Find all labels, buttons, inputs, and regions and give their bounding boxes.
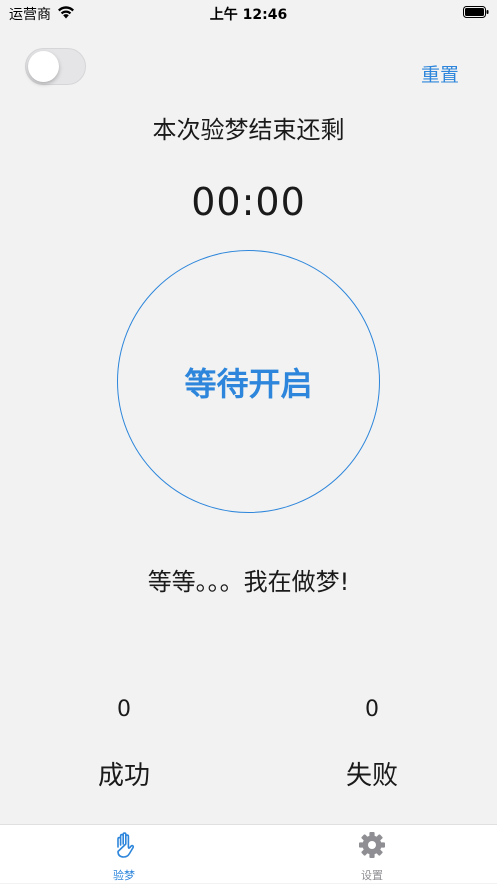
start-circle-label: 等待开启 <box>184 364 313 403</box>
toggle-knob <box>28 51 59 82</box>
tab-dream-label: 验梦 <box>113 869 135 882</box>
battery-icon <box>463 6 489 18</box>
tab-settings[interactable]: 设置 <box>312 825 432 884</box>
dream-toggle-switch[interactable] <box>25 48 86 85</box>
tab-settings-label: 设置 <box>361 869 383 882</box>
dream-status-message: 等等。。。我在做梦! <box>147 568 350 596</box>
success-count: 0 <box>117 697 131 722</box>
tab-dream[interactable]: 验梦 <box>64 825 184 884</box>
countdown-timer: 00:00 <box>191 180 306 224</box>
status-bar: 运营商 上午 12:46 <box>0 0 497 26</box>
fail-label: 失败 <box>345 761 398 791</box>
success-label: 成功 <box>97 761 150 791</box>
hand-icon <box>117 832 135 858</box>
remaining-time-caption: 本次验梦结束还剩 <box>152 116 345 144</box>
reset-button[interactable]: 重置 <box>421 60 459 87</box>
status-time: 上午 12:46 <box>209 7 288 23</box>
gear-icon <box>359 832 385 858</box>
start-circle-button[interactable]: 等待开启 <box>117 250 380 513</box>
fail-count: 0 <box>365 697 379 722</box>
tab-bar: 验梦 设置 <box>0 824 497 883</box>
